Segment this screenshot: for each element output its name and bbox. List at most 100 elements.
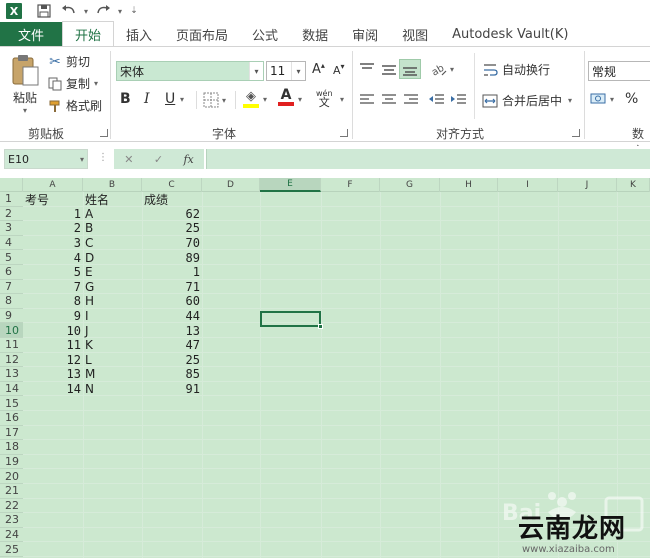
save-icon[interactable]	[30, 0, 58, 22]
accounting-format-button[interactable]: ▾	[590, 92, 614, 106]
cell-name[interactable]: G	[83, 280, 142, 295]
row-header-1[interactable]: 1	[0, 192, 23, 207]
undo-icon[interactable]	[58, 0, 80, 22]
cell-score[interactable]: 71	[142, 280, 202, 295]
cell-name[interactable]: B	[83, 221, 142, 236]
fill-handle[interactable]	[318, 324, 323, 329]
increase-indent-button[interactable]	[450, 93, 468, 107]
row-header-22[interactable]: 22	[0, 499, 23, 514]
column-header-d[interactable]: D	[202, 178, 260, 192]
row-header-23[interactable]: 23	[0, 513, 23, 528]
tab-page-layout[interactable]: 页面布局	[164, 22, 240, 46]
cell-id[interactable]: 13	[23, 367, 83, 382]
cell-id[interactable]: 12	[23, 353, 83, 368]
cell-score[interactable]: 25	[142, 221, 202, 236]
cell-id[interactable]: 7	[23, 280, 83, 295]
cell-score[interactable]: 1	[142, 265, 202, 280]
column-header-g[interactable]: G	[380, 178, 440, 192]
tab-home[interactable]: 开始	[62, 21, 115, 46]
column-header-i[interactable]: I	[498, 178, 558, 192]
row-header-12[interactable]: 12	[0, 353, 23, 368]
underline-button[interactable]: U	[165, 91, 175, 107]
redo-dropdown-icon[interactable]: ▾	[114, 0, 126, 22]
header-cell[interactable]: 姓名	[83, 192, 142, 207]
row-header-19[interactable]: 19	[0, 455, 23, 470]
row-header-5[interactable]: 5	[0, 250, 23, 265]
cell-name[interactable]: I	[83, 309, 142, 324]
enter-icon[interactable]: ✓	[154, 153, 163, 166]
cell-name[interactable]: E	[83, 265, 142, 280]
cell-id[interactable]: 4	[23, 250, 83, 265]
row-header-25[interactable]: 25	[0, 542, 23, 557]
cell-score[interactable]: 85	[142, 367, 202, 382]
cell-id[interactable]: 8	[23, 294, 83, 309]
tab-insert[interactable]: 插入	[114, 22, 164, 46]
header-cell[interactable]: 成绩	[142, 192, 202, 207]
percent-button[interactable]: %	[625, 91, 638, 107]
header-cell[interactable]: 考号	[23, 192, 83, 207]
row-header-10[interactable]: 10	[0, 323, 23, 338]
fill-color-dropdown-icon[interactable]: ▾	[263, 95, 267, 104]
cell-id[interactable]: 9	[23, 309, 83, 324]
align-right-button[interactable]	[402, 93, 420, 107]
row-header-18[interactable]: 18	[0, 440, 23, 455]
name-box[interactable]: E10 ▾	[4, 149, 88, 169]
merge-center-button[interactable]: 合并后居中 ▾	[482, 92, 572, 109]
cut-button[interactable]: ✂ 剪切	[46, 53, 90, 70]
row-header-15[interactable]: 15	[0, 396, 23, 411]
font-launcher-icon[interactable]	[340, 129, 348, 137]
cell-name[interactable]: M	[83, 367, 142, 382]
column-header-j[interactable]: J	[558, 178, 617, 192]
cell-id[interactable]: 10	[23, 323, 83, 338]
row-header-9[interactable]: 9	[0, 309, 23, 324]
column-header-h[interactable]: H	[440, 178, 498, 192]
column-header-e[interactable]: E	[260, 178, 321, 192]
alignment-launcher-icon[interactable]	[572, 129, 580, 137]
cell-id[interactable]: 3	[23, 236, 83, 251]
phonetic-dropdown-icon[interactable]: ▾	[340, 95, 344, 104]
decrease-indent-button[interactable]	[428, 93, 446, 107]
borders-button[interactable]: ▾	[203, 92, 226, 108]
select-all-corner[interactable]	[0, 178, 23, 192]
row-header-8[interactable]: 8	[0, 294, 23, 309]
cell-name[interactable]: D	[83, 250, 142, 265]
cell-score[interactable]: 13	[142, 323, 202, 338]
cell-name[interactable]: A	[83, 207, 142, 222]
cell-id[interactable]: 1	[23, 207, 83, 222]
tab-autodesk-vault[interactable]: Autodesk Vault(K)	[440, 22, 580, 46]
cell-id[interactable]: 5	[23, 265, 83, 280]
cell-score[interactable]: 60	[142, 294, 202, 309]
redo-icon[interactable]	[92, 0, 114, 22]
fill-color-button[interactable]: ◈	[243, 89, 259, 108]
copy-button[interactable]: 复制 ▾	[46, 75, 98, 92]
undo-dropdown-icon[interactable]: ▾	[80, 0, 92, 22]
tab-view[interactable]: 视图	[390, 22, 440, 46]
cell-name[interactable]: K	[83, 338, 142, 353]
cell-score[interactable]: 44	[142, 309, 202, 324]
align-middle-button[interactable]	[380, 61, 398, 77]
row-header-11[interactable]: 11	[0, 338, 23, 353]
phonetic-button[interactable]: wén 文	[316, 89, 333, 108]
cell-name[interactable]: H	[83, 294, 142, 309]
formula-input[interactable]	[206, 149, 650, 169]
cell-score[interactable]: 25	[142, 353, 202, 368]
format-painter-button[interactable]: 格式刷	[46, 97, 102, 114]
cell-name[interactable]: C	[83, 236, 142, 251]
wrap-text-button[interactable]: 自动换行	[482, 61, 550, 78]
row-header-17[interactable]: 17	[0, 426, 23, 441]
row-header-2[interactable]: 2	[0, 207, 23, 222]
row-header-13[interactable]: 13	[0, 367, 23, 382]
cell-id[interactable]: 11	[23, 338, 83, 353]
row-header-21[interactable]: 21	[0, 484, 23, 499]
align-top-button[interactable]	[358, 61, 376, 77]
cell-score[interactable]: 70	[142, 236, 202, 251]
row-header-6[interactable]: 6	[0, 265, 23, 280]
row-header-16[interactable]: 16	[0, 411, 23, 426]
font-size-select[interactable]: 11 ▾	[266, 61, 306, 81]
cell-name[interactable]: J	[83, 323, 142, 338]
column-header-k[interactable]: K	[617, 178, 650, 192]
italic-button[interactable]: I	[144, 91, 150, 107]
bold-button[interactable]: B	[120, 91, 131, 107]
align-left-button[interactable]	[358, 93, 376, 107]
row-header-24[interactable]: 24	[0, 528, 23, 543]
